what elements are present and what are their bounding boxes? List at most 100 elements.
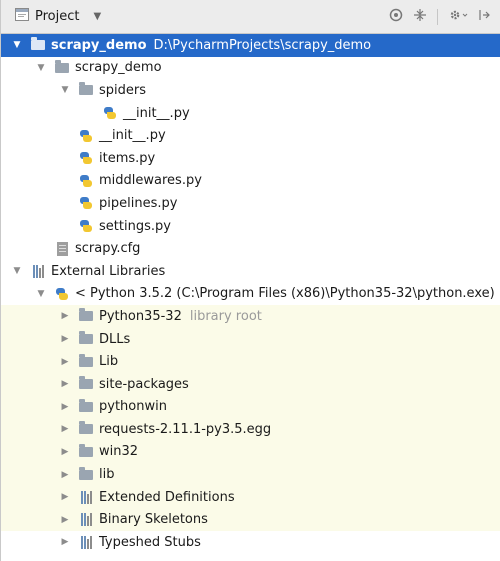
expand-arrow-icon[interactable]: ▶ <box>59 515 71 525</box>
folder-icon <box>77 466 95 483</box>
project-title: Project <box>35 9 80 24</box>
hide-icon[interactable] <box>478 8 490 26</box>
package-folder-icon <box>53 59 71 76</box>
project-tool-window: Project ▼ ▼ scrapy_demo D:\PycharmProjec… <box>0 0 500 561</box>
tree-node-python-sdk[interactable]: ▼ < Python 3.5.2 (C:\Program Files (x86)… <box>1 283 500 306</box>
tree-node-library[interactable]: ▶ site-packages <box>1 372 500 396</box>
tree-node-external-libraries[interactable]: ▼ External Libraries <box>1 260 500 283</box>
settings-icon[interactable] <box>448 8 468 26</box>
folder-icon <box>77 443 95 460</box>
library-label: Extended Definitions <box>99 489 235 505</box>
python-file-icon <box>77 173 95 189</box>
library-label: lib <box>99 467 115 483</box>
file-label: middlewares.py <box>99 173 202 189</box>
expand-arrow-icon[interactable]: ▶ <box>59 470 71 480</box>
tree-node-file[interactable]: middlewares.py <box>1 170 500 193</box>
file-label: scrapy.cfg <box>75 241 141 257</box>
header-toolbar <box>389 8 500 26</box>
config-file-icon <box>53 241 71 257</box>
python-sdk-label: < Python 3.5.2 (C:\Program Files (x86)\P… <box>75 286 500 302</box>
tree-node-spiders[interactable]: ▼ spiders <box>1 79 500 102</box>
library-label: Python35-32 <box>99 308 182 324</box>
folder-icon <box>77 308 95 324</box>
file-label: pipelines.py <box>99 195 178 211</box>
expand-arrow-icon[interactable]: ▶ <box>59 334 71 344</box>
toolbar-separator <box>437 8 438 25</box>
package-folder-icon <box>77 82 95 98</box>
tree-node-file[interactable]: pipelines.py <box>1 192 500 215</box>
python-file-icon <box>77 150 95 166</box>
expand-arrow-icon[interactable]: ▶ <box>59 492 71 502</box>
target-icon[interactable] <box>389 8 403 26</box>
tree-node-file[interactable]: items.py <box>1 147 500 170</box>
project-view-icon <box>15 8 29 25</box>
chevron-down-icon[interactable]: ▼ <box>93 11 101 22</box>
library-label: site-packages <box>99 376 189 392</box>
tree-node-file[interactable]: settings.py <box>1 215 500 238</box>
root-label: scrapy_demo <box>51 37 147 53</box>
expand-arrow-icon[interactable]: ▼ <box>35 289 47 299</box>
library-label: Lib <box>99 354 119 370</box>
expand-arrow-icon[interactable]: ▼ <box>59 85 71 95</box>
tree-node-package[interactable]: ▼ scrapy_demo <box>1 57 500 80</box>
tree-node-library[interactable]: ▶ pythonwin <box>1 395 500 419</box>
libraries-icon <box>77 489 95 505</box>
expand-arrow-icon[interactable]: ▶ <box>59 311 71 321</box>
libraries-icon <box>29 263 47 279</box>
expand-arrow-icon[interactable]: ▶ <box>59 379 71 389</box>
library-label: requests-2.11.1-py3.5.egg <box>99 421 272 437</box>
library-label: Binary Skeletons <box>99 512 208 528</box>
file-label: __init__.py <box>99 128 166 144</box>
tree-node-file[interactable]: scrapy.cfg <box>1 237 500 260</box>
library-label: win32 <box>99 444 139 460</box>
expand-arrow-icon[interactable]: ▶ <box>59 357 71 367</box>
libraries-icon <box>77 512 95 528</box>
tree-node-file[interactable]: __init__.py <box>1 102 500 125</box>
project-tree: ▼ scrapy_demo D:\PycharmProjects\scrapy_… <box>1 34 500 554</box>
tree-node-library[interactable]: ▶ requests-2.11.1-py3.5.egg <box>1 418 500 441</box>
file-label: __init__.py <box>123 105 190 121</box>
tree-node-library[interactable]: ▶ lib <box>1 463 500 486</box>
tree-node-library[interactable]: ▶ Binary Skeletons <box>1 508 500 532</box>
library-label: Typeshed Stubs <box>99 534 201 550</box>
python-file-icon <box>77 195 95 211</box>
root-path: D:\PycharmProjects\scrapy_demo <box>153 37 372 53</box>
expand-arrow-icon[interactable]: ▼ <box>11 266 23 276</box>
library-list: ▶ Python35-32 library root ▶ DLLs ▶ Lib … <box>1 305 500 554</box>
tree-node-library[interactable]: ▶ DLLs <box>1 327 500 351</box>
spiders-label: spiders <box>99 82 147 98</box>
python-file-icon <box>101 105 119 121</box>
folder-icon <box>77 331 95 347</box>
folder-icon <box>77 353 95 370</box>
expand-arrow-icon[interactable]: ▶ <box>59 402 71 412</box>
folder-icon <box>77 421 95 437</box>
expand-arrow-icon[interactable]: ▶ <box>59 537 71 547</box>
folder-icon <box>29 37 47 53</box>
package-label: scrapy_demo <box>75 60 162 76</box>
python-file-icon <box>77 218 95 234</box>
folder-icon <box>77 398 95 415</box>
file-label: settings.py <box>99 218 171 234</box>
tree-node-library[interactable]: ▶ Typeshed Stubs <box>1 531 500 554</box>
python-file-icon <box>77 128 95 144</box>
python-sdk-icon <box>53 286 71 302</box>
tree-node-file[interactable]: __init__.py <box>1 124 500 147</box>
expand-arrow-icon[interactable]: ▼ <box>35 63 47 73</box>
project-view-selector[interactable]: Project <box>15 8 79 25</box>
folder-icon <box>77 376 95 392</box>
library-label: pythonwin <box>99 399 167 415</box>
tree-node-library[interactable]: ▶ win32 <box>1 440 500 464</box>
tree-node-library[interactable]: ▶ Extended Definitions <box>1 485 500 509</box>
file-label: items.py <box>99 150 156 166</box>
tree-node-library[interactable]: ▶ Lib <box>1 350 500 373</box>
expand-arrow-icon[interactable]: ▶ <box>59 447 71 457</box>
project-header: Project ▼ <box>1 0 500 34</box>
external-libraries-label: External Libraries <box>51 263 166 279</box>
tree-node-root[interactable]: ▼ scrapy_demo D:\PycharmProjects\scrapy_… <box>1 34 500 57</box>
libraries-icon <box>77 534 95 550</box>
tree-node-library[interactable]: ▶ Python35-32 library root <box>1 305 500 328</box>
expand-arrow-icon[interactable]: ▼ <box>11 40 23 50</box>
expand-arrow-icon[interactable]: ▶ <box>59 424 71 434</box>
collapse-icon[interactable] <box>413 8 427 26</box>
library-root-tag: library root <box>189 308 262 324</box>
